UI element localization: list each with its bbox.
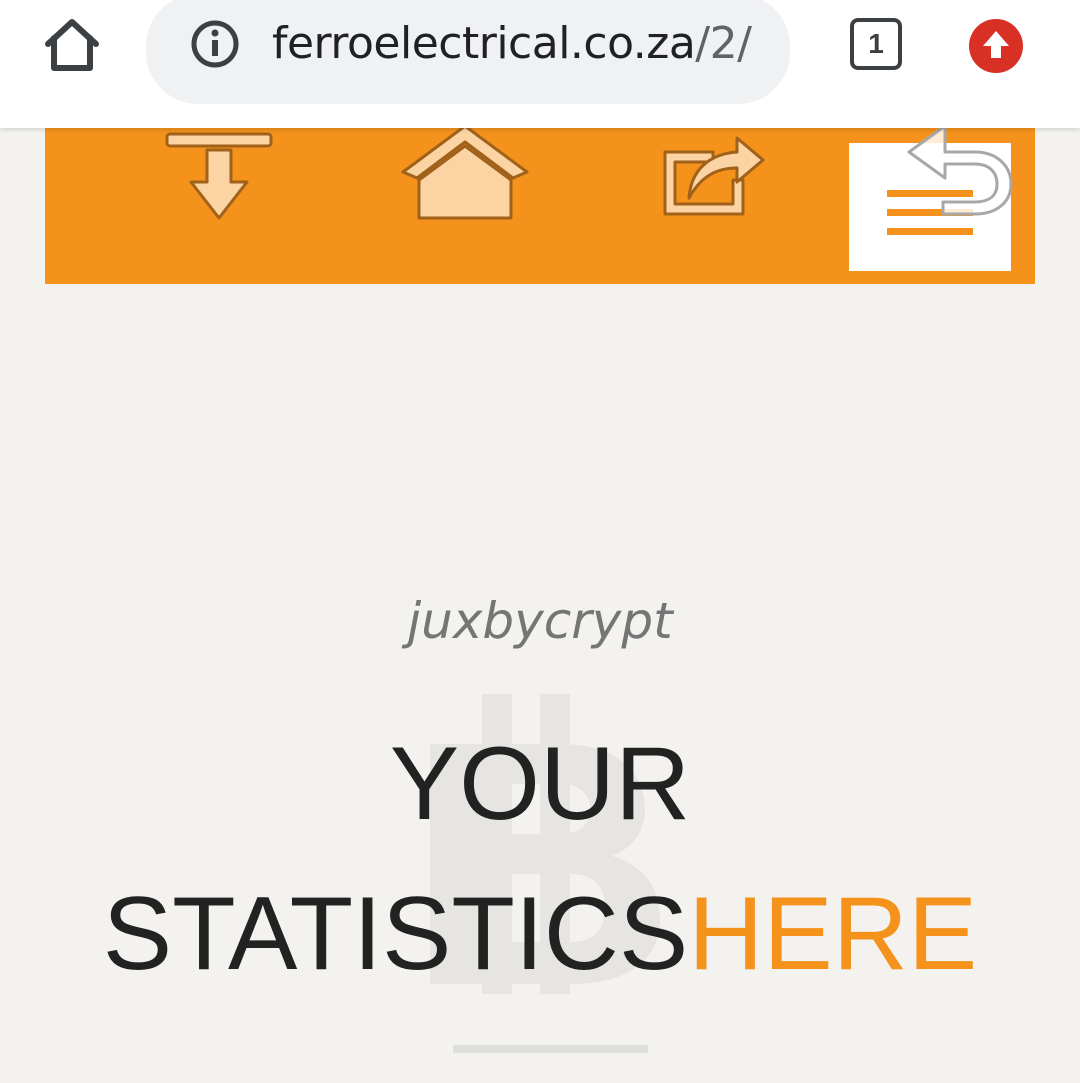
url-text[interactable]: ferroelectrical.co.za/2/ [272, 14, 752, 74]
headline-main-text: STATISTICS [102, 876, 689, 992]
address-bar[interactable]: ferroelectrical.co.za/2/ [146, 0, 790, 104]
url-path: /2/ [695, 18, 752, 69]
share-icon[interactable] [659, 118, 769, 218]
menu-bar-bottom [887, 228, 973, 235]
back-arrow-icon[interactable] [905, 122, 1015, 218]
update-button[interactable] [968, 18, 1024, 74]
hero-subtitle: juxbycrypt [407, 592, 673, 650]
info-icon[interactable] [190, 19, 240, 69]
hero-divider [453, 1045, 648, 1053]
tab-count: 1 [868, 28, 884, 59]
site-header [45, 124, 1035, 284]
browser-toolbar: ferroelectrical.co.za/2/ 1 [0, 0, 1080, 128]
download-arrow-icon[interactable] [163, 130, 277, 226]
headline-highlight-text: HERE [688, 876, 978, 992]
tab-switcher-button[interactable]: 1 [848, 16, 904, 72]
browser-home-button[interactable] [40, 16, 104, 76]
home-icon [45, 19, 99, 71]
update-arrow-icon [969, 19, 1023, 73]
url-domain: ferroelectrical.co.za [272, 18, 696, 69]
hero-section: juxbycrypt YOUR STATISTICSHERE [0, 284, 1080, 1083]
hero-headline-line2: STATISTICSHERE [0, 874, 1080, 994]
hero-headline-line1: YOUR [389, 726, 691, 842]
home-overlay-icon[interactable] [395, 122, 535, 222]
